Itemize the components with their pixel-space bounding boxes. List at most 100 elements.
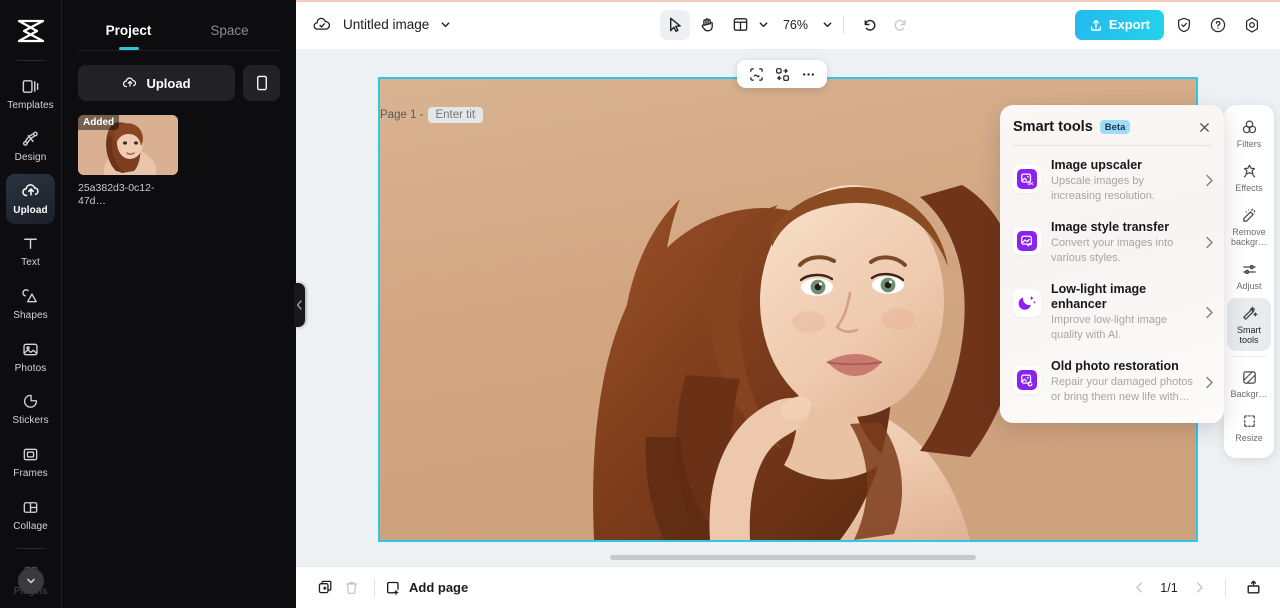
zoom-control[interactable]: 76% xyxy=(780,18,833,32)
present-button[interactable] xyxy=(1240,575,1266,601)
sidebar-item-photos[interactable]: Photos xyxy=(6,332,55,382)
toolbar-right-group: Export xyxy=(1074,9,1266,40)
page-navigation: 1/1 xyxy=(1127,575,1266,601)
moon-sparkle-icon xyxy=(1013,288,1041,317)
sidebar-item-stickers[interactable]: Stickers xyxy=(6,385,55,435)
layout-tool-button[interactable] xyxy=(726,10,769,40)
smart-tools-title: Smart tools xyxy=(1013,119,1093,135)
panel-collapse-handle[interactable] xyxy=(294,283,305,327)
shield-check-icon xyxy=(1175,16,1193,34)
sidebar-item-collage[interactable]: Collage xyxy=(6,490,55,540)
sidebar-item-text[interactable]: Text xyxy=(6,227,55,277)
hand-tool-button[interactable] xyxy=(693,10,723,40)
sidebar-item-upload[interactable]: Upload xyxy=(6,174,55,224)
remove-background-icon xyxy=(1241,207,1258,224)
undo-icon xyxy=(860,16,877,33)
horizontal-scrollbar[interactable] xyxy=(610,555,976,560)
undo-button[interactable] xyxy=(854,10,884,40)
beta-badge: Beta xyxy=(1099,120,1131,134)
upload-from-phone-button[interactable] xyxy=(243,65,280,101)
sidebar-item-label: Upload xyxy=(13,205,48,217)
export-button[interactable]: Export xyxy=(1074,9,1164,40)
main-area: Untitled image 76% Export Page 1 - Enter… xyxy=(296,0,1280,608)
smart-tools-panel: Smart tools Beta 4K Image upscaler Upsca… xyxy=(1000,105,1224,423)
settings-button[interactable] xyxy=(1238,11,1266,39)
layers-icon[interactable] xyxy=(771,63,793,85)
canvas-area[interactable]: Page 1 - Enter title Smart tools Beta 4K… xyxy=(296,50,1280,566)
sidebar-item-shapes[interactable]: Shapes xyxy=(6,279,55,329)
sidebar-item-design[interactable]: Design xyxy=(6,121,55,171)
asset-thumbnail[interactable]: Added xyxy=(78,115,178,175)
chevron-down-icon xyxy=(822,19,833,30)
rail-expand-button[interactable] xyxy=(17,568,44,594)
prev-page-button[interactable] xyxy=(1127,576,1151,600)
tool-adjust[interactable]: Adjust xyxy=(1227,254,1271,296)
effects-star-icon xyxy=(1241,163,1258,180)
smart-tool-image-upscaler[interactable]: 4K Image upscaler Upscale images by incr… xyxy=(1000,150,1224,212)
list-item[interactable]: Added 25a382d3-0c12-47d… xyxy=(78,115,178,207)
help-button[interactable] xyxy=(1204,11,1232,39)
toolbar-divider xyxy=(842,15,844,34)
chevron-down-icon xyxy=(758,19,769,30)
bottom-bar: Add page 1/1 xyxy=(296,566,1280,608)
page-title-input[interactable] xyxy=(428,107,484,123)
smart-tool-name: Image upscaler xyxy=(1051,158,1143,172)
redo-button[interactable] xyxy=(887,10,917,40)
tab-project[interactable]: Project xyxy=(78,23,179,48)
tool-label: Resize xyxy=(1235,432,1263,443)
document-title[interactable]: Untitled image xyxy=(312,15,451,35)
tool-remove-background[interactable]: Remove backgr… xyxy=(1227,200,1271,252)
sidebar-item-label: Stickers xyxy=(12,415,49,427)
chevron-right-icon xyxy=(1205,306,1214,319)
resize-icon xyxy=(1241,413,1258,430)
panel-tab-bar: Project Space xyxy=(62,0,296,48)
layout-icon xyxy=(732,16,749,33)
sidebar-item-templates[interactable]: Templates xyxy=(6,69,55,119)
stickers-icon xyxy=(21,392,40,411)
rail-divider xyxy=(16,59,45,61)
add-page-label: Add page xyxy=(409,580,469,595)
sidebar-item-frames[interactable]: Frames xyxy=(6,437,55,487)
image-upscale-4k-icon: 4K xyxy=(1013,165,1041,193)
sidebar-item-label: Text xyxy=(21,257,40,269)
select-area-icon[interactable] xyxy=(745,63,767,85)
next-page-button[interactable] xyxy=(1187,576,1211,600)
asset-list: Added 25a382d3-0c12-47d… xyxy=(62,101,296,207)
tool-resize[interactable]: Resize xyxy=(1227,406,1271,448)
duplicate-page-button[interactable] xyxy=(312,575,338,601)
smart-tool-name: Low-light image enhancer xyxy=(1051,281,1147,312)
shapes-icon xyxy=(21,287,40,306)
delete-page-button[interactable] xyxy=(338,575,364,601)
status-badge: Added xyxy=(78,115,120,130)
smart-tool-low-light-enhancer[interactable]: Low-light image enhancer Improve low-lig… xyxy=(1000,274,1224,351)
tool-background[interactable]: Backgr… xyxy=(1227,362,1271,404)
tool-effects[interactable]: Effects xyxy=(1227,156,1271,198)
sidebar-item-label: Frames xyxy=(13,467,48,479)
top-toolbar: Untitled image 76% Export xyxy=(296,0,1280,50)
upload-button[interactable]: Upload xyxy=(78,65,235,101)
tool-label: Backgr… xyxy=(1230,388,1268,399)
select-tool-button[interactable] xyxy=(659,9,690,40)
app-logo-icon[interactable] xyxy=(11,14,51,48)
sidebar-item-label: Templates xyxy=(7,99,54,111)
tab-space[interactable]: Space xyxy=(179,23,280,48)
duplicate-page-icon xyxy=(317,579,334,596)
document-title-text: Untitled image xyxy=(343,17,430,32)
page-indicator: 1/1 xyxy=(1160,580,1178,595)
redo-icon xyxy=(893,16,910,33)
smart-tools-divider xyxy=(1013,145,1211,146)
text-icon xyxy=(21,234,40,253)
tool-label: Effects xyxy=(1235,183,1263,194)
tool-filters[interactable]: Filters xyxy=(1227,112,1271,154)
smart-tool-image-style-transfer[interactable]: Image style transfer Convert your images… xyxy=(1000,212,1224,274)
tool-smart-tools[interactable]: Smart tools xyxy=(1227,298,1271,351)
more-options-icon[interactable] xyxy=(797,63,819,85)
help-question-icon xyxy=(1209,16,1227,34)
bottom-divider xyxy=(374,578,375,597)
add-page-button[interactable]: Add page xyxy=(385,580,468,596)
smart-tool-desc: Improve low-light image quality with AI. xyxy=(1051,314,1168,342)
chevron-down-icon xyxy=(440,19,451,30)
shield-check-button[interactable] xyxy=(1170,11,1198,39)
close-icon[interactable] xyxy=(1198,121,1211,134)
smart-tool-old-photo-restoration[interactable]: Old photo restoration Repair your damage… xyxy=(1000,351,1224,413)
